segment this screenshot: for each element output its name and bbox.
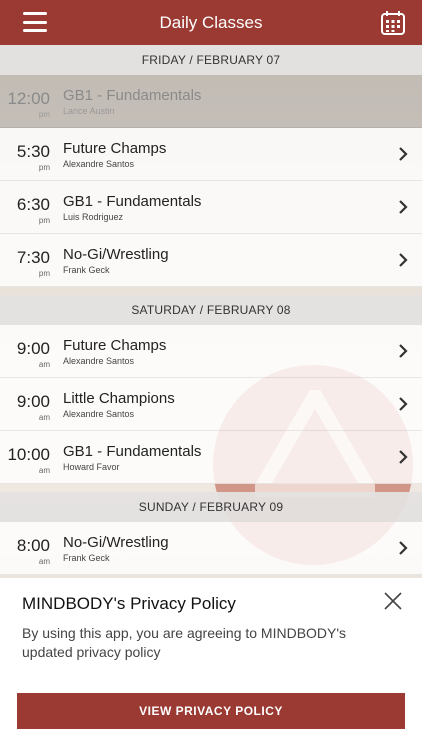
view-privacy-policy-button[interactable]: VIEW PRIVACY POLICY xyxy=(17,693,405,729)
chevron-right-icon xyxy=(399,200,408,214)
date-header: SUNDAY / FEBRUARY 09 xyxy=(0,492,422,522)
class-instructor: Howard Favor xyxy=(63,462,120,472)
class-name: GB1 - Fundamentals xyxy=(63,193,202,210)
class-ampm: pm xyxy=(38,163,50,172)
class-row[interactable]: 10:00 am GB1 - Fundamentals Howard Favor xyxy=(0,431,422,484)
chevron-right-icon xyxy=(399,397,408,411)
class-ampm: am xyxy=(38,360,50,369)
privacy-title: MINDBODY's Privacy Policy xyxy=(22,594,236,613)
class-list: FRIDAY / FEBRUARY 07 12:00 pm GB1 - Fund… xyxy=(0,45,422,575)
class-time: 9:00 xyxy=(16,392,50,411)
class-row[interactable]: 9:00 am Little Champions Alexandre Santo… xyxy=(0,378,422,431)
class-row[interactable]: 7:30 pm No-Gi/Wrestling Frank Geck xyxy=(0,234,422,287)
calendar-icon[interactable] xyxy=(380,10,406,36)
chevron-right-icon xyxy=(399,344,408,358)
class-time: 10:00 xyxy=(7,445,50,464)
class-instructor: Alexandre Santos xyxy=(63,356,135,366)
close-icon[interactable] xyxy=(384,592,402,610)
class-ampm: am xyxy=(38,413,50,422)
class-ampm: pm xyxy=(38,269,50,278)
class-ampm: pm xyxy=(38,110,50,119)
class-name: Little Champions xyxy=(63,390,175,407)
privacy-policy-panel: MINDBODY's Privacy Policy By using this … xyxy=(0,578,422,750)
class-row[interactable]: 8:00 am No-Gi/Wrestling Frank Geck xyxy=(0,522,422,575)
class-row[interactable]: 9:00 am Future Champs Alexandre Santos xyxy=(0,325,422,378)
date-header: FRIDAY / FEBRUARY 07 xyxy=(0,45,422,75)
class-instructor: Alexandre Santos xyxy=(63,409,135,419)
date-header: SATURDAY / FEBRUARY 08 xyxy=(0,295,422,325)
class-time: 5:30 xyxy=(16,142,50,161)
chevron-right-icon xyxy=(399,253,408,267)
class-row[interactable]: 5:30 pm Future Champs Alexandre Santos xyxy=(0,128,422,181)
class-ampm: am xyxy=(38,466,50,475)
hamburger-menu-icon[interactable] xyxy=(23,12,47,32)
class-name: No-Gi/Wrestling xyxy=(63,534,169,551)
chevron-right-icon xyxy=(399,147,408,161)
class-time: 6:30 xyxy=(16,195,50,214)
page-title: Daily Classes xyxy=(159,12,263,32)
class-time: 12:00 xyxy=(7,89,50,108)
class-row[interactable]: 6:30 pm GB1 - Fundamentals Luis Rodrigue… xyxy=(0,181,422,234)
class-name: No-Gi/Wrestling xyxy=(63,246,169,263)
class-name: Future Champs xyxy=(63,337,167,354)
class-instructor: Frank Geck xyxy=(63,265,110,275)
class-instructor: Frank Geck xyxy=(63,553,110,563)
privacy-body: By using this app, you are agreeing to M… xyxy=(22,625,347,660)
class-ampm: am xyxy=(38,557,50,566)
class-name: GB1 - Fundamentals xyxy=(63,443,202,460)
class-instructor: Alexandre Santos xyxy=(63,159,135,169)
class-row[interactable]: 12:00 pm GB1 - Fundamentals Lance Austin xyxy=(0,75,422,128)
class-time: 9:00 xyxy=(16,339,50,358)
chevron-right-icon xyxy=(399,541,408,555)
app-header: Daily Classes xyxy=(0,0,422,45)
class-ampm: pm xyxy=(38,216,50,225)
class-instructor: Lance Austin xyxy=(63,106,115,116)
class-instructor: Luis Rodriguez xyxy=(63,212,124,222)
class-time: 7:30 xyxy=(16,248,50,267)
class-name: Future Champs xyxy=(63,140,167,157)
chevron-right-icon xyxy=(399,450,408,464)
class-name: GB1 - Fundamentals xyxy=(63,87,202,104)
class-time: 8:00 xyxy=(16,536,50,555)
